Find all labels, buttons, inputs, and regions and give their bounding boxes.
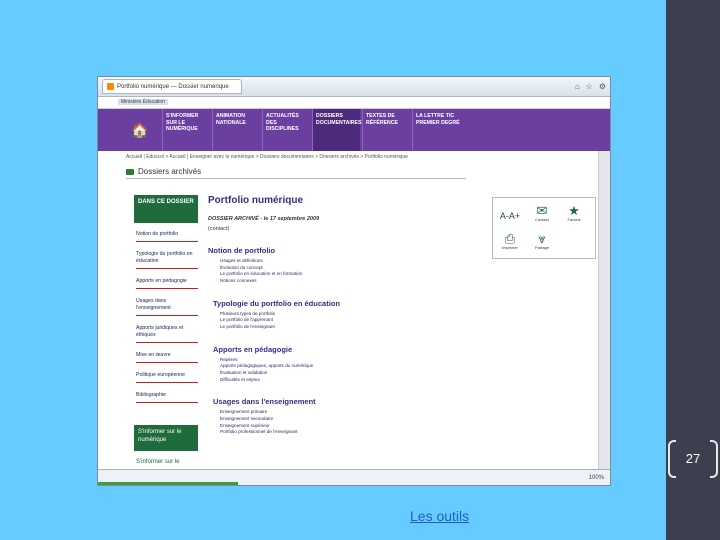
site-header-strip: Ministère Éducation <box>98 97 610 109</box>
sidebar-list: Notion de portfolio Typologie du portfol… <box>136 231 198 412</box>
section-links: Repères Apports pédagogiques, apports du… <box>208 357 458 384</box>
share-icon: ⩔ <box>538 231 546 246</box>
printer-icon: ⎙ <box>504 231 516 246</box>
sidebar-informer-link[interactable]: S'informer sur le <box>136 459 180 465</box>
list-item[interactable]: Repères <box>220 357 458 364</box>
home-icon[interactable]: ⌂ <box>575 82 580 91</box>
contact-label: Contact <box>535 217 549 222</box>
list-item[interactable]: Apports pédagogiques, apports du numériq… <box>220 363 458 370</box>
list-item[interactable]: Le portfolio en éducation et en formatio… <box>220 271 458 278</box>
taskbar-strip <box>98 482 238 485</box>
sidebar-item-apports[interactable]: Apports en pédagogie <box>136 278 198 290</box>
tools-box: A-A+ ✉ Contact ★ Favoris ⎙ Imprimer ⩔ Pa… <box>492 197 596 259</box>
favoris-tool[interactable]: ★ Favoris <box>559 204 589 222</box>
favicon-icon <box>107 83 114 90</box>
section-links: Plusieurs types de portfolio Le portfoli… <box>208 311 458 331</box>
favoris-label: Favoris <box>567 217 581 222</box>
list-item[interactable]: Notions connexes <box>220 278 458 285</box>
nav-item-animation[interactable]: ANIMATION NATIONALE <box>212 109 260 151</box>
text-size-icon: A-A+ <box>499 211 521 221</box>
page-subtitle: DOSSIER ARCHIVÉ - le 17 septembre 2009 <box>208 216 320 222</box>
star-icon: ★ <box>568 203 580 218</box>
section-links: Usages et définitions Évolution du conce… <box>208 258 458 285</box>
site-logo[interactable]: Ministère Éducation <box>118 99 168 105</box>
sidebar-item-mise-en-oeuvre[interactable]: Mise en œuvre <box>136 352 198 364</box>
browser-toolbar: ⌂ ☆ ⚙ <box>575 82 606 91</box>
browser-titlebar: Portfolio numérique — Dossier numérique … <box>98 77 610 97</box>
site-nav: 🏠 S'INFORMER SUR LE NUMÉRIQUE ANIMATION … <box>98 109 610 151</box>
sidebar-informer-box[interactable]: S'informer sur le numérique <box>134 425 198 451</box>
star-icon[interactable]: ☆ <box>586 82 593 91</box>
envelope-icon: ✉ <box>536 203 548 218</box>
list-item[interactable]: Le portfolio de l'enseignant <box>220 324 458 331</box>
list-item[interactable]: Évolution du concept <box>220 265 458 272</box>
folder-icon <box>126 168 134 175</box>
page-title: Portfolio numérique <box>208 195 303 206</box>
nav-item-informer[interactable]: S'INFORMER SUR LE NUMÉRIQUE <box>162 109 210 151</box>
contact-link[interactable]: (contact) <box>208 226 458 232</box>
breadcrumb[interactable]: Accueil | Éduscol > Accueil | Enseigner … <box>126 154 408 160</box>
section-heading: Usages dans l'enseignement <box>213 397 316 407</box>
list-item[interactable]: Enseignement primaire <box>220 409 458 416</box>
slide-page-number-box: 27 <box>668 440 718 478</box>
browser-tab-title: Portfolio numérique — Dossier numérique <box>117 83 229 90</box>
section-heading: Apports en pédagogie <box>213 344 293 354</box>
section-title: Dossiers archivés <box>138 167 202 176</box>
print-tool[interactable]: ⎙ Imprimer <box>495 232 525 250</box>
slide-page-number: 27 <box>685 451 701 466</box>
text-size-tool[interactable]: A-A+ <box>495 212 525 221</box>
list-item[interactable]: Usages et définitions <box>220 258 458 265</box>
sidebar-item-juridiques[interactable]: Apports juridiques et éthiques <box>136 325 198 344</box>
nav-item-textes[interactable]: TEXTES DE RÉFÉRENCE <box>362 109 410 151</box>
list-item[interactable]: Plusieurs types de portfolio <box>220 311 458 318</box>
list-item[interactable]: Difficultés et enjeux <box>220 377 458 384</box>
nav-item-lettre[interactable]: LA LETTRE TIC PREMIER DEGRÉ <box>412 109 474 151</box>
sidebar-item-notion[interactable]: Notion de portfolio <box>136 231 198 243</box>
list-item[interactable]: Enseignement supérieur <box>220 423 458 430</box>
nav-home[interactable]: 🏠 <box>120 109 160 151</box>
house-icon: 🏠 <box>131 121 149 138</box>
section-heading: Notion de portfolio <box>208 246 276 255</box>
share-label: Partage <box>534 245 549 250</box>
list-item[interactable]: Évaluation et validation <box>220 370 458 377</box>
contact-tool[interactable]: ✉ Contact <box>527 204 557 222</box>
main-content: Portfolio numérique DOSSIER ARCHIVÉ - le… <box>208 195 458 436</box>
share-tool[interactable]: ⩔ Partage <box>527 232 557 250</box>
sidebar-header: DANS CE DOSSIER <box>134 195 198 223</box>
sidebar-item-typologie[interactable]: Typologie du portfolio en éducation <box>136 251 198 270</box>
list-item[interactable]: Enseignement secondaire <box>220 416 458 423</box>
list-item[interactable]: Portfolio professionnel de l'enseignant <box>220 429 458 436</box>
list-item[interactable]: Le portfolio de l'apprenant <box>220 317 458 324</box>
page-scrollbar[interactable] <box>598 151 610 469</box>
print-label: Imprimer <box>502 245 518 250</box>
section-header: Dossiers archivés <box>126 167 466 179</box>
zoom-level[interactable]: 100% <box>589 475 604 481</box>
gear-icon[interactable]: ⚙ <box>599 82 606 91</box>
nav-item-dossiers[interactable]: DOSSIERS DOCUMENTAIRES <box>312 109 361 151</box>
nav-item-actualites[interactable]: ACTUALITÉS DES DISCIPLINES <box>262 109 310 151</box>
sidebar-item-usages[interactable]: Usages dans l'enseignement <box>136 298 198 317</box>
browser-screenshot: Portfolio numérique — Dossier numérique … <box>97 76 611 486</box>
sidebar-item-bibliographie[interactable]: Bibliographie <box>136 392 198 404</box>
section-heading: Typologie du portfolio en éducation <box>213 298 340 308</box>
browser-tab[interactable]: Portfolio numérique — Dossier numérique <box>102 79 242 94</box>
sidebar-item-politique[interactable]: Politique européenne <box>136 372 198 384</box>
les-outils-link[interactable]: Les outils <box>410 508 469 524</box>
section-links: Enseignement primaire Enseignement secon… <box>208 409 458 436</box>
